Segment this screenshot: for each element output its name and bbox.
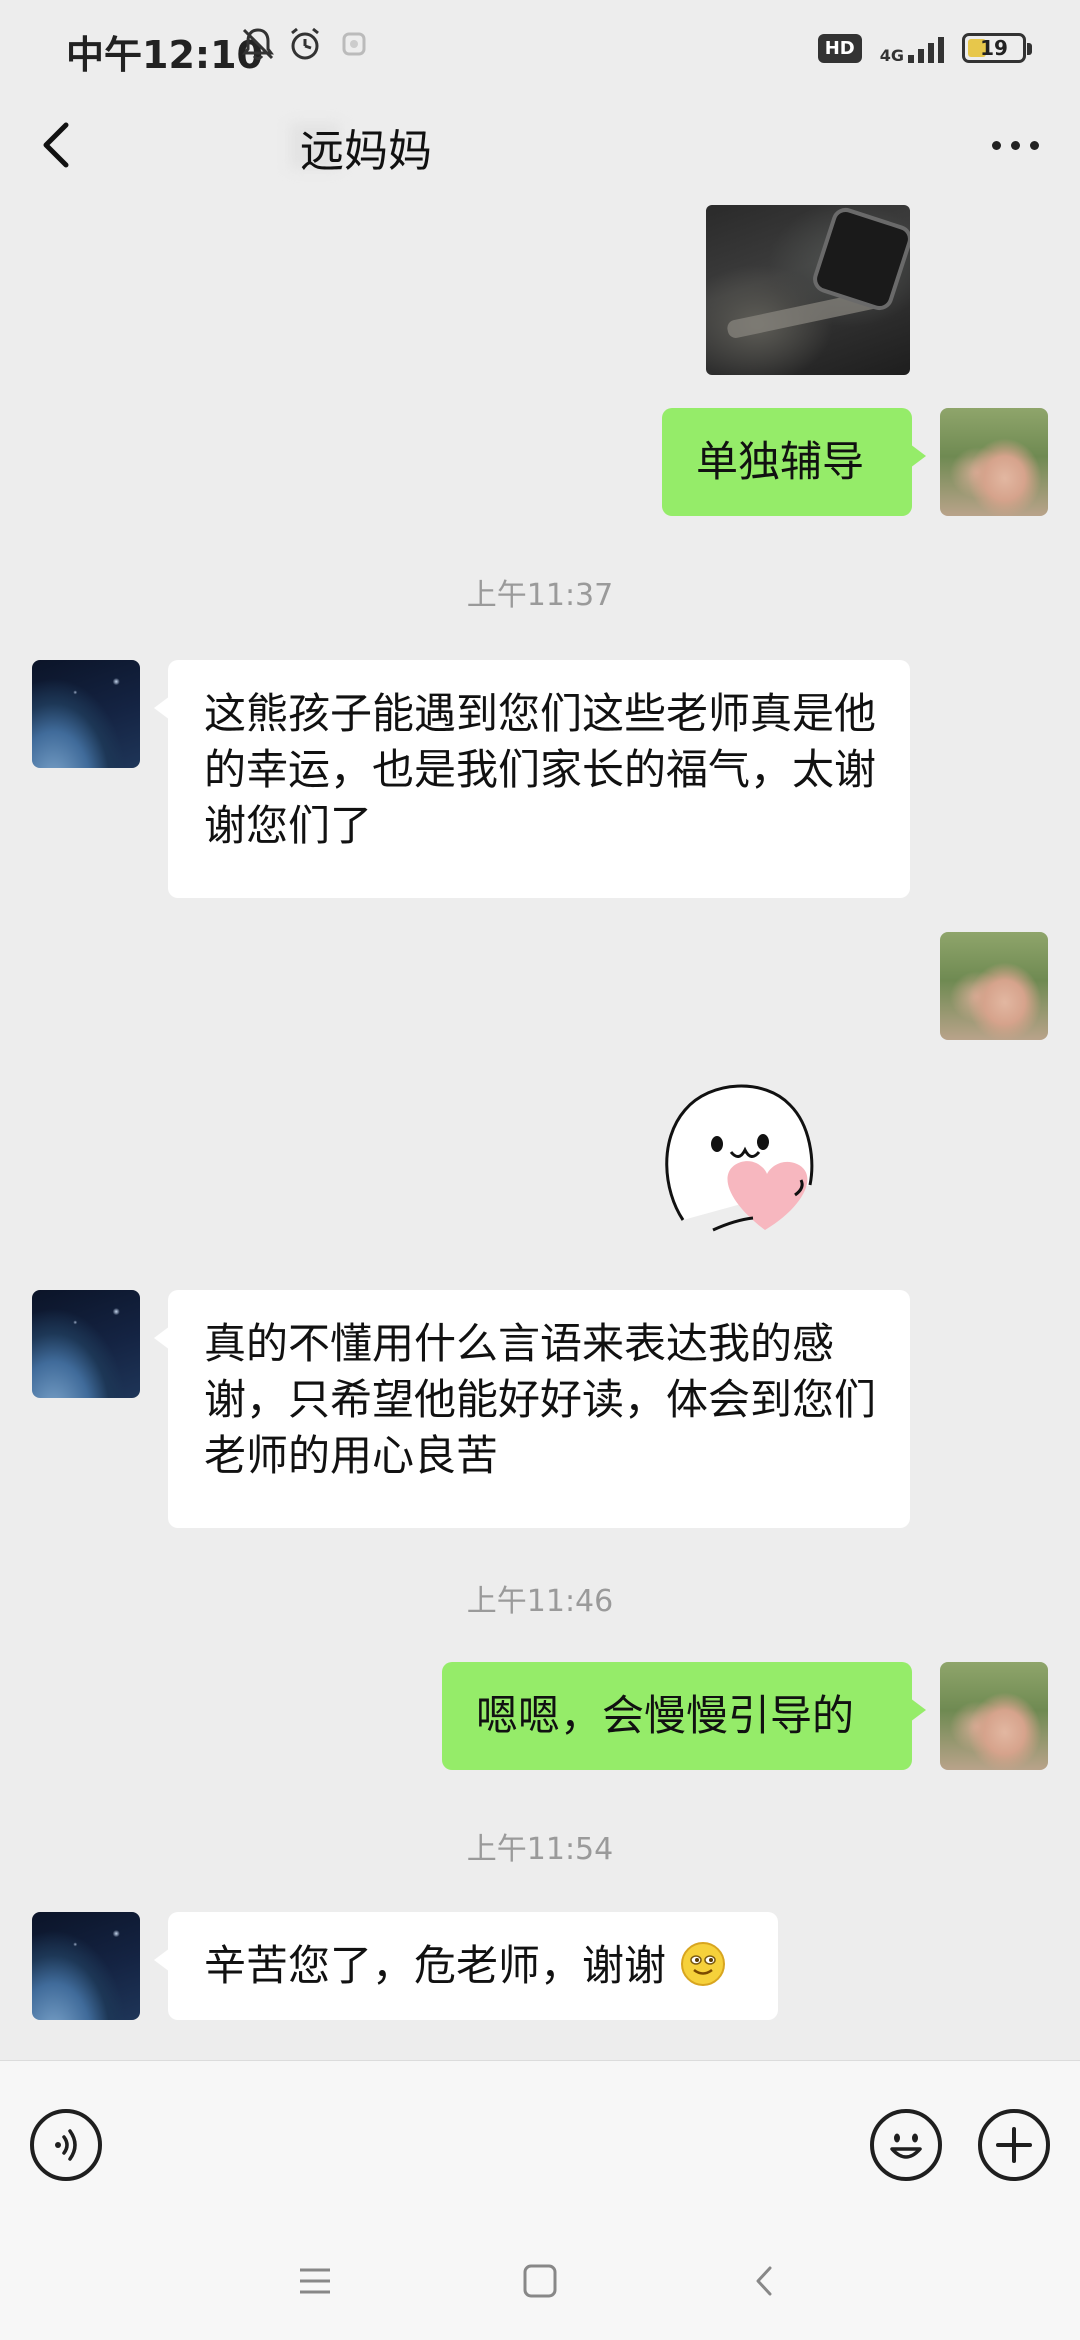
timestamp: 上午11:37 — [466, 578, 614, 613]
system-nav-bar — [0, 2220, 1080, 2340]
timestamp: 上午11:46 — [466, 1584, 614, 1619]
message-input[interactable] — [125, 2101, 845, 2191]
heart-sticker-icon[interactable] — [655, 1070, 845, 1260]
emoji-icon[interactable] — [870, 2109, 942, 2181]
plus-icon[interactable] — [978, 2109, 1050, 2181]
bell-off-icon — [242, 28, 274, 60]
chat-title: 远妈妈 — [300, 126, 432, 177]
message-text: 辛苦您了，危老师，谢谢 — [204, 1941, 667, 1990]
status-bar: 中午12:10 HD 4G 19 — [0, 0, 1080, 95]
chat-area[interactable]: 单独辅导 上午11:37 这熊孩子能遇到您们这些老师真是他的幸运，也是我们家长的… — [0, 200, 1080, 2060]
network-indicator: 4G — [879, 33, 944, 65]
chat-header: 远妈妈 — [0, 95, 1080, 200]
more-dots-icon[interactable] — [980, 125, 1050, 165]
sent-message-bubble[interactable]: 嗯嗯，会慢慢引导的 — [442, 1662, 926, 1770]
alarm-icon — [291, 27, 319, 60]
my-avatar[interactable] — [940, 1662, 1048, 1770]
my-avatar[interactable] — [940, 932, 1048, 1040]
sent-message-bubble[interactable]: 单独辅导 — [662, 408, 926, 516]
my-avatar[interactable] — [940, 408, 1048, 516]
back-icon[interactable] — [740, 2256, 790, 2306]
home-icon[interactable] — [515, 2256, 565, 2306]
status-time: 中午12:10 — [66, 33, 263, 77]
chevron-left-icon[interactable] — [30, 115, 90, 175]
received-message-bubble[interactable]: 辛苦您了，危老师，谢谢 — [154, 1912, 778, 2020]
menu-icon[interactable] — [290, 2256, 340, 2306]
signal-icon — [908, 33, 944, 63]
smile-emoji-icon — [681, 1942, 726, 1986]
received-message-bubble[interactable]: 这熊孩子能遇到您们这些老师真是他的幸运，也是我们家长的福气，太谢谢您们了 — [154, 660, 910, 898]
battery-level: 19 — [980, 36, 1008, 60]
contact-avatar[interactable] — [32, 1290, 140, 1398]
voice-icon[interactable] — [30, 2109, 102, 2181]
received-message-bubble[interactable]: 真的不懂用什么言语来表达我的感谢，只希望他能好好读，体会到您们老师的用心良苦 — [154, 1290, 910, 1528]
status-right-group: HD 4G 19 — [817, 28, 1032, 68]
image-message[interactable] — [706, 205, 910, 375]
notification-icon — [342, 32, 366, 56]
battery-icon: 19 — [962, 33, 1032, 63]
timestamp: 上午11:54 — [466, 1832, 614, 1867]
contact-avatar[interactable] — [32, 660, 140, 768]
input-bar — [0, 2060, 1080, 2221]
hd-badge: HD — [817, 33, 862, 63]
network-type: 4G — [879, 46, 904, 65]
contact-avatar[interactable] — [32, 1912, 140, 2020]
